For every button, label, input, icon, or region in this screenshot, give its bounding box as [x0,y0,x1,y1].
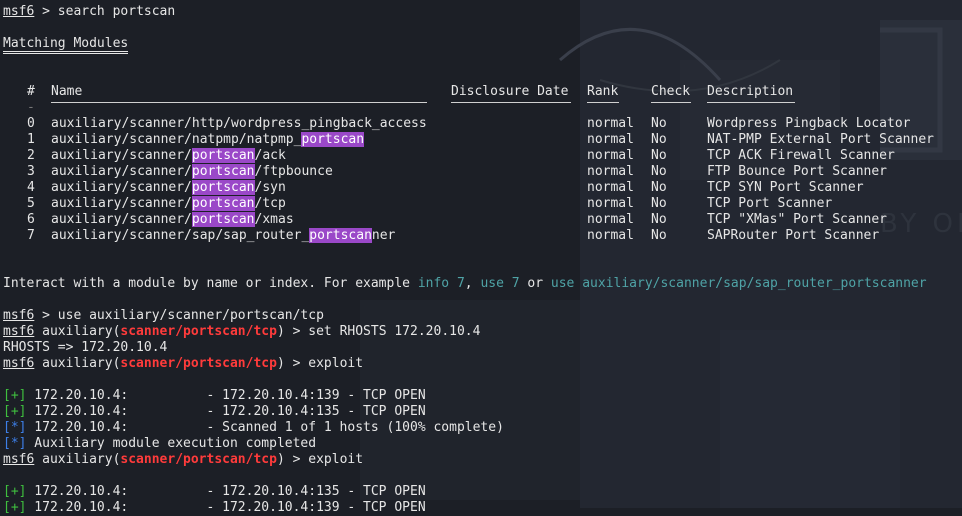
module-num: 7 [27,228,35,243]
output-line: [*] 172.20.10.4: - Scanned 1 of 1 hosts … [3,420,504,435]
set-rhosts-line: msf6 auxiliary(scanner/portscan/tcp) > s… [3,324,481,339]
module-path: scanner/portscan/tcp [120,324,277,339]
table-row: 6 auxiliary/scanner/portscan/xmas normal No… [3,212,962,228]
header-name: Name [51,84,83,99]
module-description: FTP Bounce Port Scanner [707,164,888,179]
module-name: auxiliary/scanner/portscan/ack [51,148,286,163]
header-minus-row: - [27,100,35,115]
module-rank: normal [587,116,634,131]
module-num: 3 [27,164,35,179]
header-check: Check [651,84,691,99]
header-description: Description [707,84,794,99]
module-rank: normal [587,228,634,243]
module-name: auxiliary/scanner/portscan/tcp [51,196,286,211]
command-text: search portscan [57,4,176,19]
module-rank: normal [587,180,634,195]
header-num: # [27,84,35,99]
table-row: 0 auxiliary/scanner/http/wordpress_pingba… [3,116,962,132]
output-line: [+] 172.20.10.4: - 172.20.10.4:139 - TCP… [3,388,426,403]
table-row: 1 auxiliary/scanner/natpmp/natpmp_portsca… [3,132,962,148]
module-check: No [651,148,667,163]
module-description: TCP Port Scanner [707,196,833,211]
search-highlight: portscan [191,196,255,211]
table-row: 7 auxiliary/scanner/sap/sap_router_portsc… [3,228,962,244]
header-underline [707,102,795,103]
module-description: NAT-PMP External Port Scanner [707,132,934,147]
module-name: auxiliary/scanner/portscan/syn [51,180,286,195]
table-row: 2 auxiliary/scanner/portscan/ack normal No T… [3,148,962,164]
search-command-line: msf6 > search portscan [3,4,176,19]
success-tag: [+] [3,388,27,403]
output-line: [*] Auxiliary module execution completed [3,436,317,451]
search-highlight: portscan [191,212,255,227]
module-rank: normal [587,196,634,211]
module-name: auxiliary/scanner/portscan/xmas [51,212,294,227]
module-num: 6 [27,212,35,227]
header-rank: Rank [587,84,619,99]
module-name: auxiliary/scanner/http/wordpress_pingbac… [51,116,427,131]
table-header: # Name Disclosure Date Rank Check Descri… [3,84,962,100]
search-highlight: portscan [191,180,255,195]
output-line: [+] 172.20.10.4: - 172.20.10.4:135 - TCP… [3,404,426,419]
search-highlight: portscan [191,164,255,179]
module-rank: normal [587,212,634,227]
table-row: 3 auxiliary/scanner/portscan/ftpbounce nor… [3,164,962,180]
interact-hint: Interact with a module by name or index.… [3,276,927,291]
output-line: [+] 172.20.10.4: - 172.20.10.4:135 - TCP… [3,484,426,499]
module-check: No [651,164,667,179]
module-description: TCP "XMas" Port Scanner [707,212,888,227]
matching-modules-title: Matching Modules [3,36,129,54]
module-check: No [651,116,667,131]
module-rank: normal [587,148,634,163]
module-num: 1 [27,132,35,147]
module-description: TCP ACK Firewall Scanner [707,148,895,163]
module-name: auxiliary/scanner/portscan/ftpbounce [51,164,333,179]
table-row: 5 auxiliary/scanner/portscan/tcp normal No T… [3,196,962,212]
module-num: 0 [27,116,35,131]
search-highlight: portscan [191,148,255,163]
module-name: auxiliary/scanner/natpmp/natpmp_portscan [51,132,365,147]
use-command-line: msf6 > use auxiliary/scanner/portscan/tc… [3,308,324,323]
success-tag: [+] [3,404,27,419]
module-check: No [651,180,667,195]
module-check: No [651,132,667,147]
module-description: Wordpress Pingback Locator [707,116,911,131]
output-line: [+] 172.20.10.4: - 172.20.10.4:139 - TCP… [3,500,426,515]
rhosts-output: RHOSTS => 172.20.10.4 [3,340,168,355]
header-underline [587,102,619,103]
module-rank: normal [587,132,634,147]
info-tag: [*] [3,420,27,435]
search-highlight: portscan [309,228,372,243]
module-num: 5 [27,196,35,211]
module-check: No [651,196,667,211]
search-highlight: portscan [301,132,365,147]
module-num: 4 [27,180,35,195]
info-tag: [*] [3,436,27,451]
exploit-command-line: msf6 auxiliary(scanner/portscan/tcp) > e… [3,452,364,467]
success-tag: [+] [3,484,27,499]
header-underline [651,102,691,103]
module-rank: normal [587,164,634,179]
module-name: auxiliary/scanner/sap/sap_router_portsca… [51,228,396,243]
module-description: TCP SYN Port Scanner [707,180,864,195]
header-date: Disclosure Date [451,84,569,99]
table-row: 4 auxiliary/scanner/portscan/syn normal No T… [3,180,962,196]
module-description: SAPRouter Port Scanner [707,228,880,243]
module-check: No [651,212,667,227]
header-underline [451,102,571,103]
prompt-user: msf6 [3,4,35,19]
module-num: 2 [27,148,35,163]
module-check: No [651,228,667,243]
exploit-command-line: msf6 auxiliary(scanner/portscan/tcp) > e… [3,356,364,371]
header-underline [51,102,427,103]
